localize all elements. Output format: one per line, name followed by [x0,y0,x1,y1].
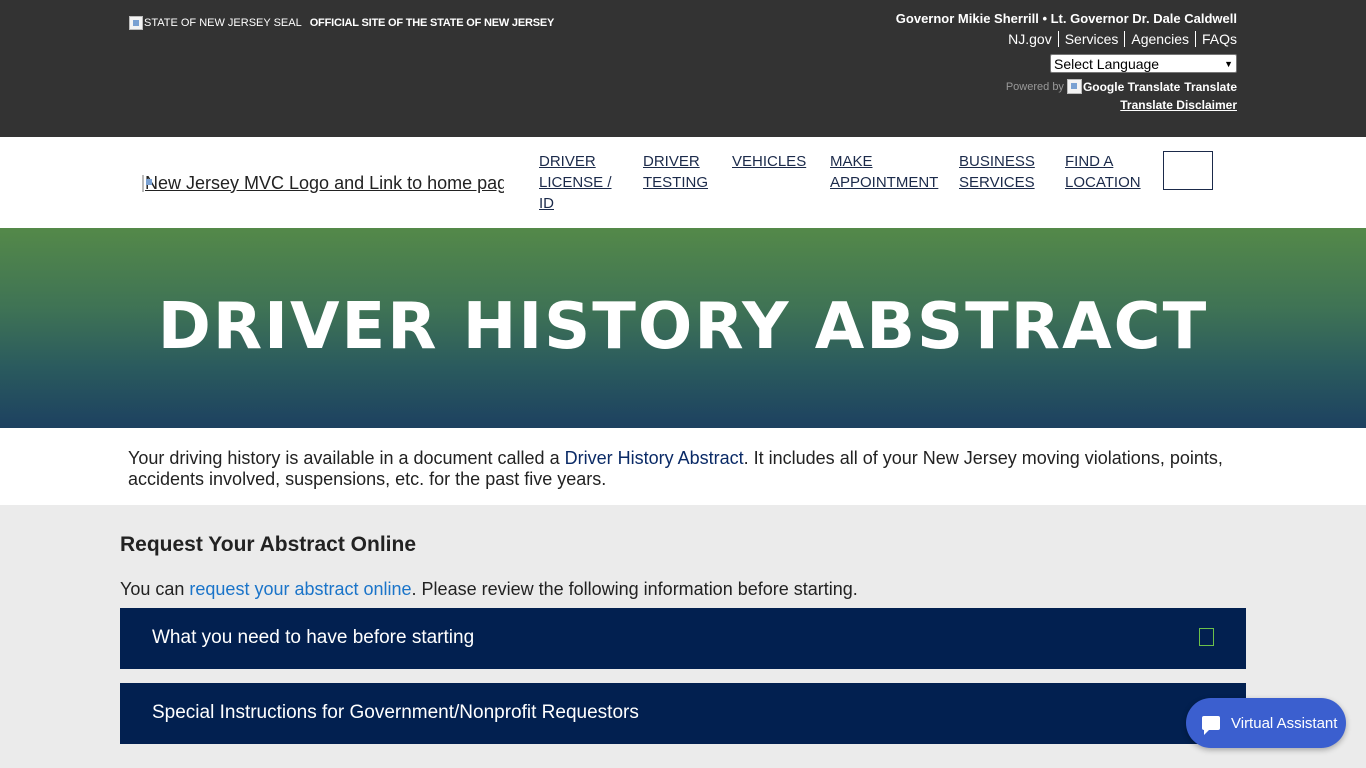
accordion-government-instructions[interactable]: Special Instructions for Government/Nonp… [120,683,1246,744]
translate-word: Translate [1184,79,1237,94]
intro-section: Your driving history is available in a d… [0,428,1366,505]
faqs-link[interactable]: FAQs [1196,31,1237,47]
broken-image-icon [129,16,143,30]
nav-item-business-services[interactable]: BUSINESS SERVICES [959,151,1039,193]
agencies-link[interactable]: Agencies [1125,31,1196,47]
accordion-label: Special Instructions for Government/Nonp… [152,702,639,723]
nav-item-driver-license[interactable]: DRIVER LICENSE / ID [539,151,619,214]
virtual-assistant-label: Virtual Assistant [1231,714,1338,732]
nav-item-make-appointment[interactable]: MAKE APPOINTMENT [830,151,940,193]
accordion-label: What you need to have before starting [152,627,475,648]
nav-item-find-location[interactable]: FIND A LOCATION [1065,151,1147,193]
intro-paragraph: Your driving history is available in a d… [128,448,1238,490]
mvc-logo-link[interactable]: New Jersey MVC Logo and Link to home pag… [142,172,504,194]
powered-by-google: Powered by Google Translate Translate [1006,79,1237,94]
google-translate-link[interactable]: Google Translate [1066,79,1181,94]
lead-text-before: You can [120,579,190,599]
main-navigation: New Jersey MVC Logo and Link to home pag… [0,137,1366,228]
google-translate-alt-text: Google Translate [1082,79,1181,94]
utility-links: NJ.gov Services Agencies FAQs [1002,31,1237,47]
section-title: Request Your Abstract Online [120,533,416,556]
intro-emphasis: Driver History Abstract [564,448,744,468]
nav-item-vehicles[interactable]: VEHICLES [732,151,812,172]
nav-item-driver-testing[interactable]: DRIVER TESTING [643,151,713,193]
lead-paragraph: You can request your abstract online. Pl… [120,579,858,600]
request-abstract-link[interactable]: request your abstract online [189,579,411,599]
language-select-value: Select Language [1054,55,1160,72]
nj-seal-alt-text: STATE OF NEW JERSEY SEAL [144,17,302,29]
services-link[interactable]: Services [1059,31,1126,47]
lead-text-after: . Please review the following informatio… [411,579,858,599]
chevron-down-icon: ▼ [1224,58,1233,69]
broken-image-icon [142,174,152,192]
nj-seal-image: STATE OF NEW JERSEY SEAL [129,16,302,30]
official-site-text: OFFICIAL SITE OF THE STATE OF NEW JERSEY [309,17,555,29]
google-logo-icon [1066,79,1082,94]
powered-by-text: Powered by [1005,80,1064,93]
intro-text-before: Your driving history is available in a d… [128,448,565,468]
nj-gov-link[interactable]: NJ.gov [1002,31,1059,47]
hero-banner: DRIVER HISTORY ABSTRACT [0,228,1366,428]
governor-line: Governor Mikie Sherrill • Lt. Governor D… [895,11,1237,26]
accordion-before-starting[interactable]: What you need to have before starting [120,608,1246,669]
state-header-bar: STATE OF NEW JERSEY SEAL OFFICIAL SITE O… [0,0,1366,137]
language-select[interactable]: Select Language ▼ [1050,54,1237,73]
page-title: DRIVER HISTORY ABSTRACT [157,290,1209,364]
mvc-logo-alt-text: New Jersey MVC Logo and Link to home pag… [145,172,504,193]
virtual-assistant-button[interactable]: Virtual Assistant [1186,698,1346,748]
search-button[interactable] [1163,151,1213,190]
nj-seal-link[interactable]: STATE OF NEW JERSEY SEAL OFFICIAL SITE O… [129,16,554,30]
expand-icon [1199,628,1214,646]
chat-bubble-icon [1202,716,1220,735]
translate-disclaimer-link[interactable]: Translate Disclaimer [1120,98,1237,112]
